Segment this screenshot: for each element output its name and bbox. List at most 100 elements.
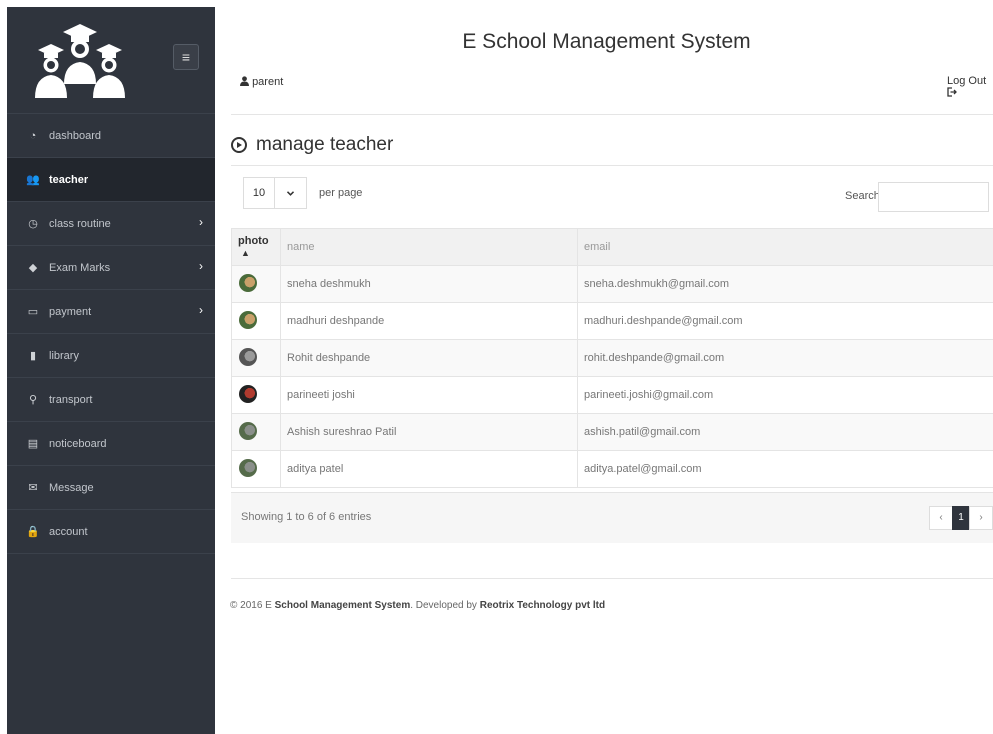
graduation-cap-icon: ◆ [28, 262, 38, 274]
page-title: manage teacher [231, 134, 393, 156]
email-cell: aditya.patel@gmail.com [577, 450, 993, 488]
photo-cell [231, 265, 281, 303]
sidebar-item-library[interactable]: ▮ library [7, 334, 215, 378]
avatar [239, 310, 257, 329]
search-input[interactable] [878, 182, 989, 212]
photo-cell [231, 413, 281, 451]
header-divider [231, 114, 993, 115]
envelope-icon: ✉ [28, 482, 38, 494]
photo-cell [231, 450, 281, 488]
sidebar-item-class-routine[interactable]: ◷ class routine › [7, 202, 215, 246]
table-row[interactable]: sneha deshmukh sneha.deshmukh@gmail.com [231, 265, 993, 303]
sidebar-item-transport[interactable]: ⚲ transport [7, 378, 215, 422]
sidebar-item-label: noticeboard [49, 437, 107, 450]
credit-card-icon: ▭ [27, 306, 39, 318]
chevron-right-icon: › [199, 259, 203, 273]
photo-cell [231, 302, 281, 340]
entries-info: Showing 1 to 6 of 6 entries [241, 511, 372, 523]
pagination: ‹ 1 › [929, 506, 993, 530]
sidebar-item-label: library [49, 349, 79, 362]
table-header-row: photo ▲ name email [231, 228, 993, 266]
sidebar-item-teacher[interactable]: 👥 teacher [7, 158, 215, 202]
logout-label: Log Out [947, 75, 987, 87]
per-page-select[interactable]: 10 [243, 177, 275, 209]
sort-asc-icon: ▲ [241, 248, 250, 258]
chevron-right-icon: › [199, 215, 203, 229]
photo-cell [231, 339, 281, 377]
sidebar-item-label: transport [49, 393, 93, 406]
lock-icon: 🔒 [26, 526, 40, 538]
table-row[interactable]: Ashish sureshrao Patil ashish.patil@gmail… [231, 413, 993, 451]
table-row[interactable]: parineeti joshi parineeti.joshi@gmail.com [231, 376, 993, 414]
sidebar-item-message[interactable]: ✉ Message [7, 466, 215, 510]
current-user: parent [240, 76, 283, 88]
next-page-button[interactable]: › [969, 506, 993, 530]
prev-page-button[interactable]: ‹ [929, 506, 953, 530]
footer-divider [231, 578, 993, 579]
chevron-right-icon: › [199, 303, 203, 317]
page-1-button[interactable]: 1 [952, 506, 970, 530]
avatar [239, 273, 257, 292]
table-footer: Showing 1 to 6 of 6 entries ‹ 1 › [231, 492, 993, 543]
avatar [239, 347, 257, 366]
name-cell: Ashish sureshrao Patil [280, 413, 578, 451]
name-cell: madhuri deshpande [280, 302, 578, 340]
sidebar-item-noticeboard[interactable]: ▤ noticeboard [7, 422, 215, 466]
name-cell: parineeti joshi [280, 376, 578, 414]
footer-brand: School Management System [274, 600, 411, 611]
teacher-table-panel: 10 per page Search: photo ▲ name email s… [231, 165, 993, 543]
sidebar-item-account[interactable]: 🔒 account [7, 510, 215, 554]
users-icon: 👥 [26, 174, 40, 186]
chevron-down-icon[interactable] [275, 177, 307, 209]
logout-link[interactable]: Log Out [947, 75, 993, 99]
sidebar-header: ≡ [7, 7, 215, 114]
name-cell: aditya patel [280, 450, 578, 488]
sidebar-item-label: payment [49, 305, 92, 318]
email-cell: ashish.patil@gmail.com [577, 413, 993, 451]
table-row[interactable]: aditya patel aditya.patel@gmail.com [231, 450, 993, 488]
table-row[interactable]: Rohit deshpande rohit.deshpande@gmail.com [231, 339, 993, 377]
avatar [239, 421, 257, 440]
column-header-photo[interactable]: photo ▲ [231, 228, 281, 266]
email-cell: sneha.deshmukh@gmail.com [577, 265, 993, 303]
avatar [239, 458, 257, 477]
school-logo-icon [35, 24, 125, 98]
email-cell: madhuri.deshpande@gmail.com [577, 302, 993, 340]
column-header-name[interactable]: name [280, 228, 578, 266]
sidebar-item-label: class routine [49, 217, 111, 230]
email-cell: parineeti.joshi@gmail.com [577, 376, 993, 414]
page-title-text: manage teacher [256, 134, 394, 155]
per-page-label: per page [319, 187, 363, 199]
column-header-email[interactable]: email [577, 228, 993, 266]
footer-company[interactable]: Reotrix Technology pvt ltd [480, 600, 605, 611]
name-cell: sneha deshmukh [280, 265, 578, 303]
sidebar-item-exam-marks[interactable]: ◆ Exam Marks › [7, 246, 215, 290]
sidebar-item-label: Message [49, 481, 94, 494]
notice-icon: ▤ [27, 438, 39, 450]
user-icon [240, 76, 252, 88]
book-icon: ▮ [29, 350, 37, 362]
sidebar: ≡ ◔ dashboard 👥 teacher ◷ class routine › ◆ Exam… [7, 7, 215, 734]
hamburger-icon: ≡ [181, 49, 191, 65]
sidebar-item-label: teacher [49, 173, 89, 186]
sidebar-item-label: Exam Marks [49, 261, 111, 274]
footer-middle: . Developed by [410, 600, 480, 611]
per-page-control: 10 per page [243, 177, 362, 209]
sign-out-icon [947, 87, 957, 99]
clock-icon: ◷ [28, 218, 38, 230]
sidebar-menu: ◔ dashboard 👥 teacher ◷ class routine › ◆ Exam M… [7, 114, 215, 554]
avatar [239, 384, 257, 403]
teacher-table: photo ▲ name email sneha deshmukh sneha.d… [231, 228, 993, 488]
app-title: E School Management System [462, 30, 751, 53]
sidebar-item-payment[interactable]: ▭ payment › [7, 290, 215, 334]
email-cell: rohit.deshpande@gmail.com [577, 339, 993, 377]
sidebar-item-dashboard[interactable]: ◔ dashboard [7, 114, 215, 158]
column-header-label: photo [238, 235, 269, 247]
user-name: parent [252, 76, 284, 88]
sidebar-toggle-button[interactable]: ≡ [173, 44, 199, 70]
map-marker-icon: ⚲ [28, 394, 38, 406]
photo-cell [231, 376, 281, 414]
table-row[interactable]: madhuri deshpande madhuri.deshpande@gmail… [231, 302, 993, 340]
sidebar-item-label: account [49, 525, 88, 538]
circle-arrow-icon [231, 137, 247, 153]
